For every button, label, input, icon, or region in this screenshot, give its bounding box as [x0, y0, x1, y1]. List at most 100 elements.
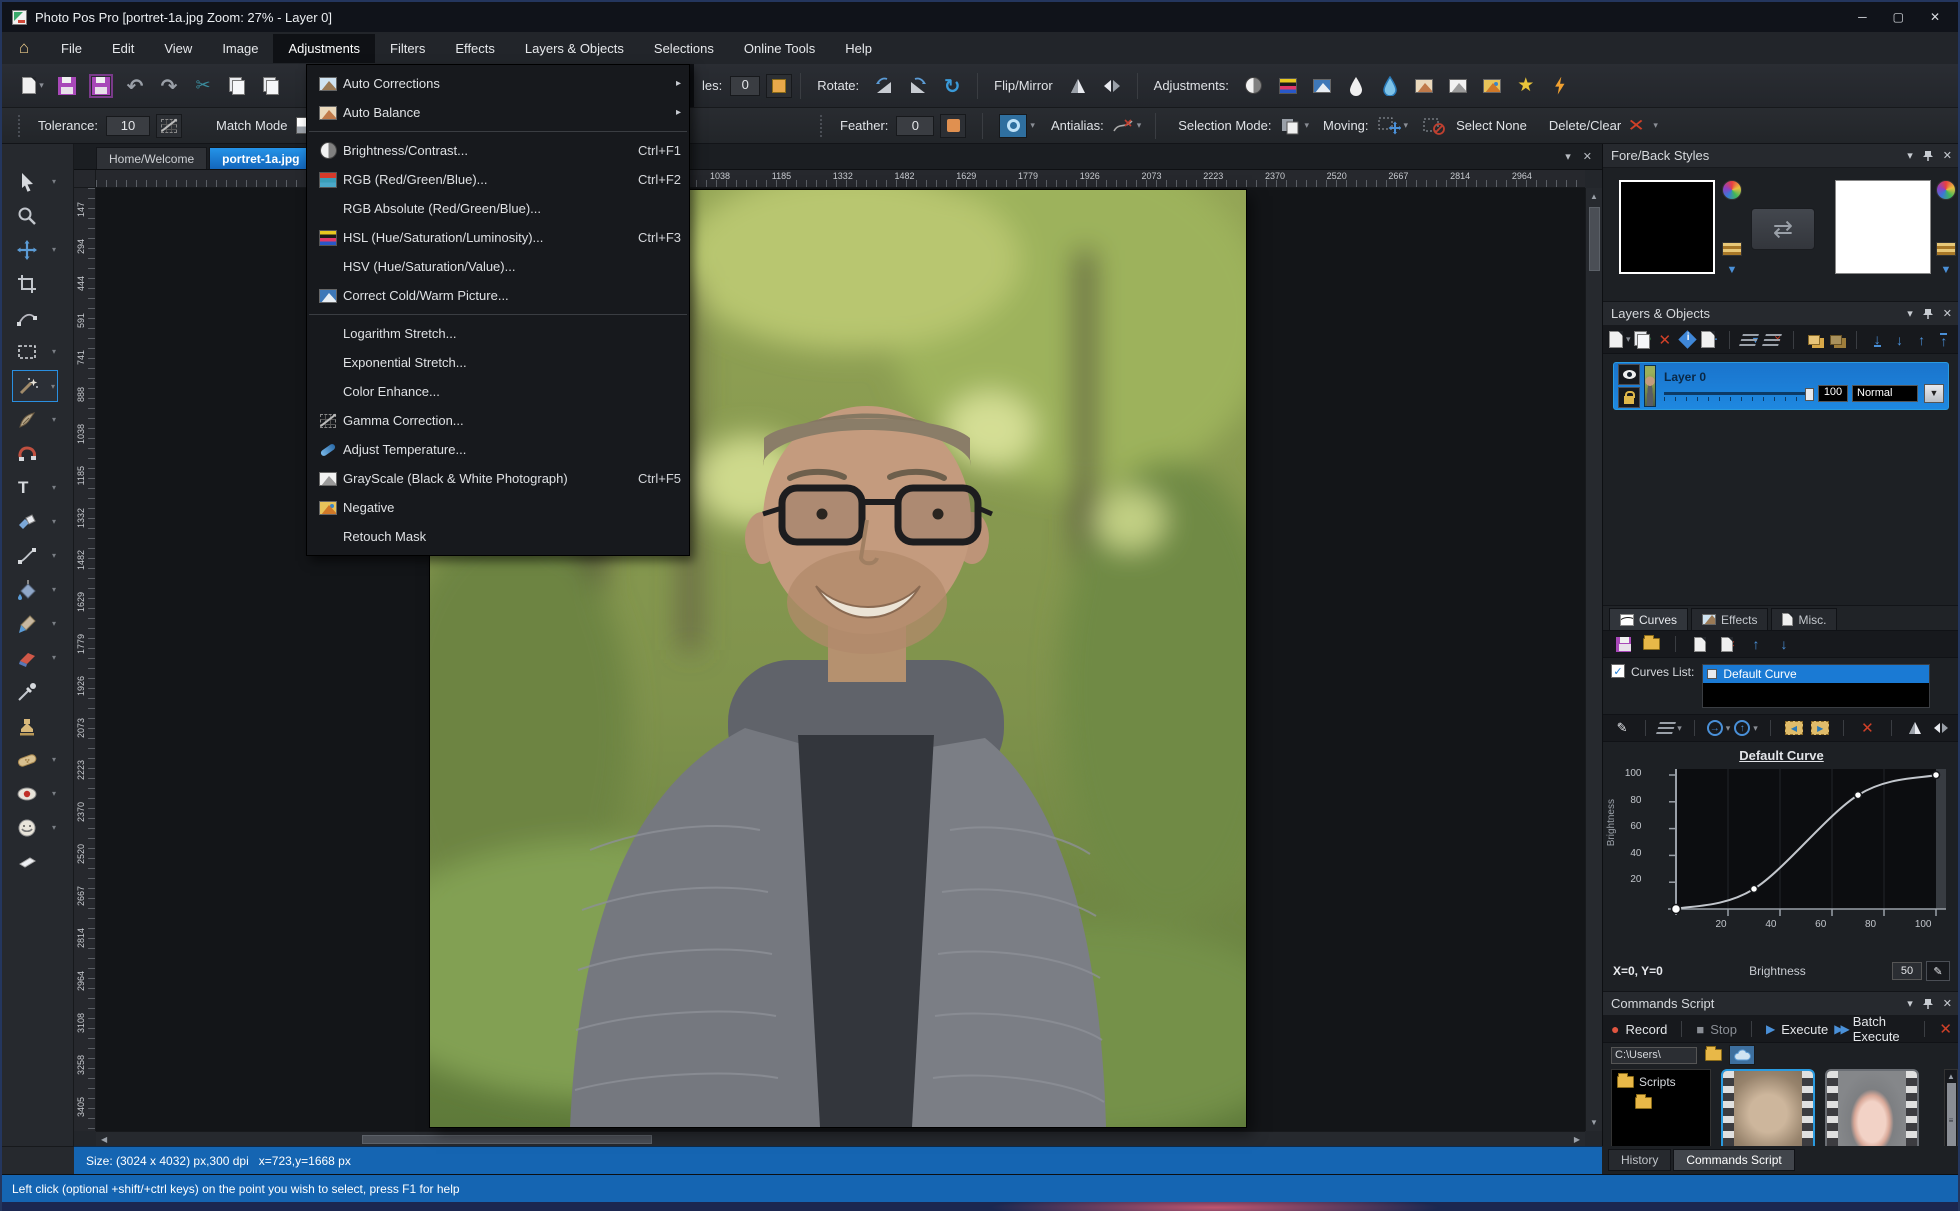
- browse-folder-button[interactable]: [1701, 1044, 1725, 1066]
- background-color-wheel-icon[interactable]: [1936, 180, 1956, 200]
- tool-clone-stamp[interactable]: [12, 710, 58, 742]
- curve-move-up-button[interactable]: ↑: [1744, 633, 1768, 655]
- flip-curve-vertical-button[interactable]: [1904, 717, 1926, 739]
- background-style-chevron-icon[interactable]: ▼: [1941, 264, 1952, 276]
- pin-icon[interactable]: [1923, 150, 1933, 162]
- flip-horizontal-button[interactable]: [1095, 69, 1129, 103]
- tab-portret-1a[interactable]: portret-1a.jpg: [209, 147, 312, 169]
- select-none-label[interactable]: Select None: [1456, 118, 1527, 133]
- tab-history[interactable]: History: [1608, 1149, 1671, 1171]
- menu-item-gamma-correction[interactable]: Gamma Correction...: [307, 406, 689, 435]
- foreground-color-swatch[interactable]: [1619, 180, 1715, 274]
- menu-edit[interactable]: Edit: [97, 34, 149, 63]
- load-curve-button[interactable]: [1639, 633, 1663, 655]
- save-as-button[interactable]: [84, 69, 118, 103]
- tool-magic-wand[interactable]: ▾: [12, 370, 58, 402]
- tool-fill[interactable]: ▾: [12, 574, 58, 606]
- negative-button[interactable]: [1475, 69, 1509, 103]
- panel-menu-chevron-icon[interactable]: ▾: [1907, 149, 1913, 162]
- tool-text[interactable]: T▾: [12, 472, 58, 504]
- menu-item-rgb-absolute[interactable]: RGB Absolute (Red/Green/Blue)...: [307, 194, 689, 223]
- grayscale-button[interactable]: [1441, 69, 1475, 103]
- tool-chalk[interactable]: [12, 846, 58, 878]
- menu-item-grayscale[interactable]: GrayScale (Black & White Photograph) Ctr…: [307, 464, 689, 493]
- merge-down-button[interactable]: ▼: [1740, 329, 1760, 351]
- menu-item-rgb[interactable]: RGB (Red/Green/Blue)... Ctrl+F2: [307, 165, 689, 194]
- layer-row[interactable]: Layer 0 100 Normal ▼: [1613, 362, 1949, 410]
- scroll-up-icon[interactable]: ▲: [1947, 1070, 1955, 1083]
- menu-selections[interactable]: Selections: [639, 34, 729, 63]
- tree-subfolder[interactable]: [1617, 1097, 1705, 1109]
- feather-input[interactable]: [896, 116, 934, 136]
- undo-button[interactable]: ↶: [118, 69, 152, 103]
- background-color-swatch[interactable]: [1835, 180, 1931, 274]
- layer-lock-button[interactable]: [1618, 387, 1640, 408]
- copy-button[interactable]: [220, 69, 254, 103]
- menu-view[interactable]: View: [149, 34, 207, 63]
- next-frame-button[interactable]: ▶: [1809, 717, 1831, 739]
- tab-curves[interactable]: Curves: [1609, 608, 1688, 630]
- vertical-scrollbar[interactable]: ▲ ▼: [1585, 188, 1602, 1131]
- paste-button[interactable]: [254, 69, 288, 103]
- scripts-scrollbar[interactable]: ▲ ≡: [1944, 1069, 1958, 1146]
- rotate-custom-button[interactable]: ↻: [935, 69, 969, 103]
- save-button[interactable]: [50, 69, 84, 103]
- menu-item-auto-corrections[interactable]: Auto Corrections ▸: [307, 69, 689, 98]
- point-edit-button[interactable]: ✎: [1926, 961, 1950, 981]
- curves-list-checkbox[interactable]: ✓: [1611, 664, 1625, 678]
- panel-close-icon[interactable]: ✕: [1943, 149, 1952, 162]
- record-label[interactable]: Record: [1625, 1022, 1667, 1037]
- tool-healing-patch[interactable]: ▾: [12, 744, 58, 776]
- send-backward-button[interactable]: ↓: [1889, 329, 1909, 351]
- layer-visibility-button[interactable]: [1618, 364, 1640, 385]
- script-thumbnail-antique[interactable]: Antique: [1721, 1069, 1815, 1146]
- tab-list-chevron-icon[interactable]: ▾: [1565, 150, 1571, 163]
- vertical-scroll-thumb[interactable]: [1589, 207, 1600, 271]
- bring-to-front-button[interactable]: ↑: [1934, 329, 1954, 351]
- color-swatch-button[interactable]: [766, 74, 792, 98]
- tool-brush[interactable]: ▾: [12, 608, 58, 640]
- tool-smudge[interactable]: ▾: [12, 812, 58, 844]
- tool-shapes[interactable]: ▾: [12, 506, 58, 538]
- curves-list[interactable]: Default Curve: [1702, 664, 1930, 708]
- menu-item-auto-balance[interactable]: Auto Balance ▸: [307, 98, 689, 127]
- menu-adjustments[interactable]: Adjustments: [273, 34, 375, 63]
- rotate-right-button[interactable]: [901, 69, 935, 103]
- tool-path[interactable]: [12, 302, 58, 334]
- menu-item-logarithm-stretch[interactable]: Logarithm Stretch...: [307, 319, 689, 348]
- foreground-color-wheel-icon[interactable]: [1722, 180, 1742, 200]
- channel-select-button[interactable]: ▾: [1658, 717, 1682, 739]
- antialias-icon[interactable]: [1112, 117, 1134, 135]
- scripts-scroll-thumb[interactable]: ≡: [1947, 1083, 1956, 1146]
- menu-item-adjust-temperature[interactable]: Adjust Temperature...: [307, 435, 689, 464]
- tool-magnetic-lasso[interactable]: [12, 438, 58, 470]
- partial-value-box[interactable]: 0: [730, 76, 760, 96]
- scroll-down-icon[interactable]: ▼: [1590, 1114, 1598, 1131]
- brush-shape-button[interactable]: [999, 114, 1027, 138]
- merge-visible-button[interactable]: ✕: [1763, 329, 1783, 351]
- redo-button[interactable]: ↷: [152, 69, 186, 103]
- menu-layers-objects[interactable]: Layers & Objects: [510, 34, 639, 63]
- prev-frame-button[interactable]: ◀: [1783, 717, 1805, 739]
- menu-help[interactable]: Help: [830, 34, 887, 63]
- delete-layer-button[interactable]: ✕: [1655, 329, 1675, 351]
- flip-curve-horizontal-button[interactable]: [1930, 717, 1952, 739]
- panel-close-icon[interactable]: ✕: [1943, 307, 1952, 320]
- ungroup-layers-button[interactable]: [1826, 329, 1846, 351]
- chevron-down-icon[interactable]: ▾: [1404, 120, 1409, 131]
- send-to-back-button[interactable]: ↓: [1867, 329, 1887, 351]
- curve-control-point[interactable]: [1932, 772, 1939, 779]
- favorites-button[interactable]: ★: [1509, 69, 1543, 103]
- tolerance-input[interactable]: [106, 116, 150, 136]
- scroll-right-icon[interactable]: ▶: [1569, 1135, 1585, 1144]
- menu-online-tools[interactable]: Online Tools: [729, 34, 830, 63]
- pin-icon[interactable]: [1923, 308, 1933, 320]
- curve-control-point[interactable]: [1854, 792, 1861, 799]
- delete-clear-x-icon[interactable]: ✕: [1627, 116, 1645, 136]
- selection-mode-icon[interactable]: [1279, 116, 1301, 136]
- tool-move[interactable]: ▾: [12, 234, 58, 266]
- toolbar-grip[interactable]: [820, 115, 824, 137]
- tool-eraser[interactable]: ▾: [12, 642, 58, 674]
- tool-rect-select[interactable]: ▾: [12, 336, 58, 368]
- menu-item-brightness-contrast[interactable]: Brightness/Contrast... Ctrl+F1: [307, 136, 689, 165]
